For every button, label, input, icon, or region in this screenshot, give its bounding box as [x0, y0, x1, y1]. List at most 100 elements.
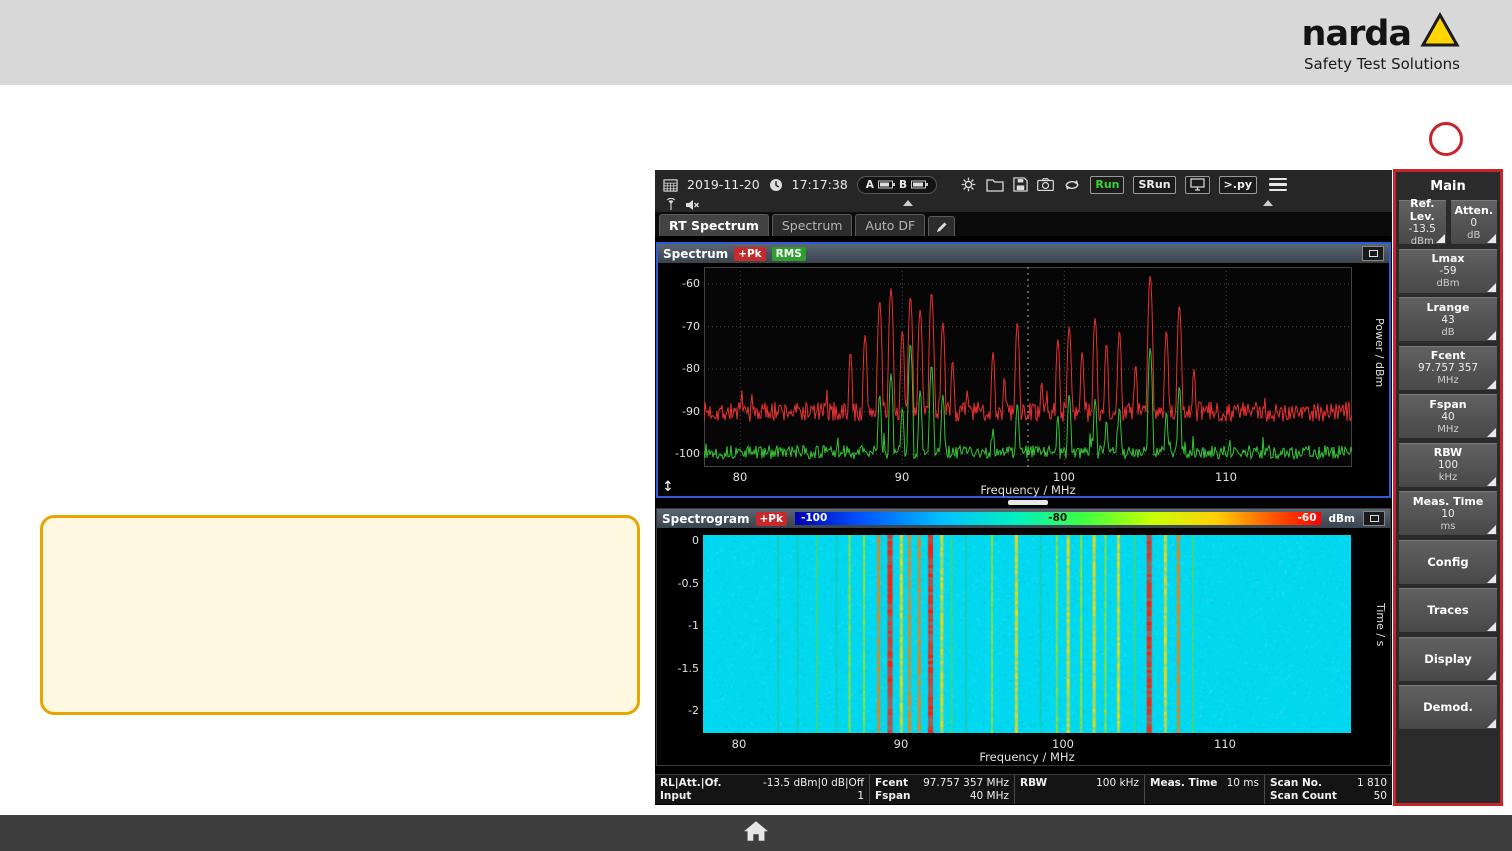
fspan-button[interactable]: Fspan 40 MHz — [1398, 394, 1498, 439]
home-button[interactable] — [743, 820, 769, 846]
status-value: 10 ms — [1227, 777, 1259, 789]
y-tick: -2 — [657, 704, 699, 717]
x-axis-label: Frequency / MHz — [980, 483, 1075, 497]
x-tick: 90 — [894, 737, 909, 751]
peak-detector-badge: +Pk — [756, 512, 787, 526]
speaker-muted-icon[interactable] — [685, 199, 699, 211]
save-icon[interactable] — [1013, 177, 1028, 192]
y-tick: -0.5 — [657, 577, 699, 590]
battery-status[interactable]: A B — [857, 176, 937, 194]
status-label: Scan Count — [1270, 790, 1337, 802]
lmax-button[interactable]: Lmax -59 dBm — [1398, 249, 1498, 294]
srun-button[interactable]: SRun — [1133, 176, 1175, 194]
x-tick: 90 — [895, 470, 910, 484]
toolbar-expand-icon[interactable] — [903, 200, 913, 206]
callout-box — [40, 515, 640, 715]
annotation-circle — [1429, 122, 1463, 156]
menu-hamburger-icon[interactable] — [1269, 178, 1287, 192]
scale-unit-label: dBm — [1329, 513, 1355, 525]
battery-a-icon — [878, 180, 895, 189]
x-tick: 110 — [1214, 737, 1236, 751]
spectrogram-window-button[interactable] — [1363, 511, 1385, 526]
y-tick: 0 — [657, 534, 699, 547]
fcent-button[interactable]: Fcent 97.757 357 MHz — [1398, 346, 1498, 391]
spectrogram-panel-header: Spectrogram +Pk -100 -80 -60 dBm — [657, 509, 1390, 528]
rms-detector-badge: RMS — [772, 247, 806, 261]
y-axis-label: Time / s — [1374, 603, 1387, 646]
config-button[interactable]: Config — [1398, 540, 1498, 585]
status-label: Meas. Time — [1150, 777, 1217, 789]
run-button[interactable]: Run — [1090, 176, 1124, 194]
y-tick: -100 — [658, 447, 700, 460]
y-tick: -60 — [658, 277, 700, 290]
status-scan: Scan No. 1 810 Scan Count 50 — [1265, 775, 1392, 804]
settings-gear-icon[interactable] — [960, 176, 977, 193]
spectrum-title: Spectrum — [663, 247, 728, 261]
tab-auto-df[interactable]: Auto DF — [855, 214, 925, 236]
battery-b-icon — [911, 180, 928, 189]
x-tick: 100 — [1052, 737, 1074, 751]
resize-handle-icon[interactable]: ↕ — [662, 480, 674, 494]
ref-level-button[interactable]: Ref. Lev. -13.5 dBm — [1398, 200, 1447, 245]
x-tick: 110 — [1215, 470, 1237, 484]
status-value: 97.757 357 MHz — [923, 777, 1009, 789]
spectrogram-plot[interactable] — [703, 535, 1351, 733]
meas-time-button[interactable]: Meas. Time 10 ms — [1398, 491, 1498, 536]
brand-name: narda — [1302, 17, 1411, 52]
rbw-button[interactable]: RBW 100 kHz — [1398, 443, 1498, 488]
toolbar-expand-icon[interactable] — [1263, 200, 1273, 206]
y-axis-label: Power / dBm — [1373, 318, 1386, 387]
sync-icon[interactable] — [1063, 178, 1081, 192]
spectrum-plot[interactable] — [704, 267, 1352, 467]
spectrum-panel-header: Spectrum +Pk RMS — [658, 244, 1389, 263]
status-meas-time: Meas. Time 10 ms — [1145, 775, 1265, 804]
spectrogram-panel: Spectrogram +Pk -100 -80 -60 dBm 0 -0.5 … — [656, 508, 1391, 766]
peak-detector-badge: +Pk — [734, 247, 765, 261]
status-label: Fcent — [875, 777, 908, 789]
demod-button[interactable]: Demod. — [1398, 685, 1498, 730]
menu-highlight-annotation: Main Ref. Lev. -13.5 dBm Atten. 0 dB Lma… — [1393, 169, 1503, 806]
tab-rt-spectrum[interactable]: RT Spectrum — [659, 214, 769, 236]
views-button[interactable] — [1185, 176, 1210, 194]
battery-b-label: B — [899, 179, 907, 191]
status-label: Scan No. — [1270, 777, 1322, 789]
bottom-bar — [0, 815, 1512, 851]
device-toolbar: 2019-11-20 17:17:38 A B — [655, 170, 1392, 212]
x-tick: 80 — [733, 470, 748, 484]
spectrum-plot-area: -60 -70 -80 -90 -100 80 90 100 110 Frequ… — [658, 263, 1389, 496]
screenshot-camera-icon[interactable] — [1037, 178, 1054, 191]
y-tick: -1.5 — [657, 662, 699, 675]
spectrum-window-button[interactable] — [1362, 246, 1384, 261]
x-tick: 100 — [1053, 470, 1075, 484]
status-value: 50 — [1374, 790, 1387, 802]
softkey-menu: Main Ref. Lev. -13.5 dBm Atten. 0 dB Lma… — [1396, 172, 1500, 803]
color-scale-bar[interactable]: -100 -80 -60 — [795, 512, 1321, 525]
lrange-button[interactable]: Lrange 43 dB — [1398, 297, 1498, 342]
status-rbw: RBW100 kHz — [1015, 775, 1145, 804]
scale-mid-label: -80 — [1048, 512, 1067, 525]
display-button[interactable]: Display — [1398, 637, 1498, 682]
spectrum-panel: Spectrum +Pk RMS -60 -70 -80 -90 -100 80… — [656, 242, 1391, 498]
narda-triangle-icon — [1420, 12, 1460, 52]
status-value: 1 810 — [1357, 777, 1387, 789]
y-tick: -90 — [658, 405, 700, 418]
file-manager-icon[interactable] — [986, 178, 1004, 192]
antenna-icon[interactable] — [665, 198, 677, 211]
spectrogram-title: Spectrogram — [662, 512, 750, 526]
status-label: Fspan — [875, 790, 911, 802]
status-label: RBW — [1020, 777, 1047, 789]
edit-views-button[interactable] — [928, 216, 955, 236]
script-py-button[interactable]: >.py — [1219, 176, 1257, 194]
status-fcent-fspan: Fcent 97.757 357 MHz Fspan 40 MHz — [870, 775, 1015, 804]
tab-spectrum[interactable]: Spectrum — [772, 214, 853, 236]
status-value: 40 MHz — [970, 790, 1009, 802]
page: narda Safety Test Solutions 2019-11-20 1… — [0, 0, 1512, 851]
battery-a-label: A — [866, 179, 874, 191]
x-tick: 80 — [732, 737, 747, 751]
x-axis-label: Frequency / MHz — [979, 750, 1074, 764]
span-scroll-indicator[interactable] — [1008, 500, 1048, 505]
atten-button[interactable]: Atten. 0 dB — [1450, 200, 1499, 245]
view-tabbar: RT Spectrum Spectrum Auto DF — [655, 212, 1392, 236]
traces-button[interactable]: Traces — [1398, 588, 1498, 633]
time-display: 17:17:38 — [792, 177, 848, 192]
